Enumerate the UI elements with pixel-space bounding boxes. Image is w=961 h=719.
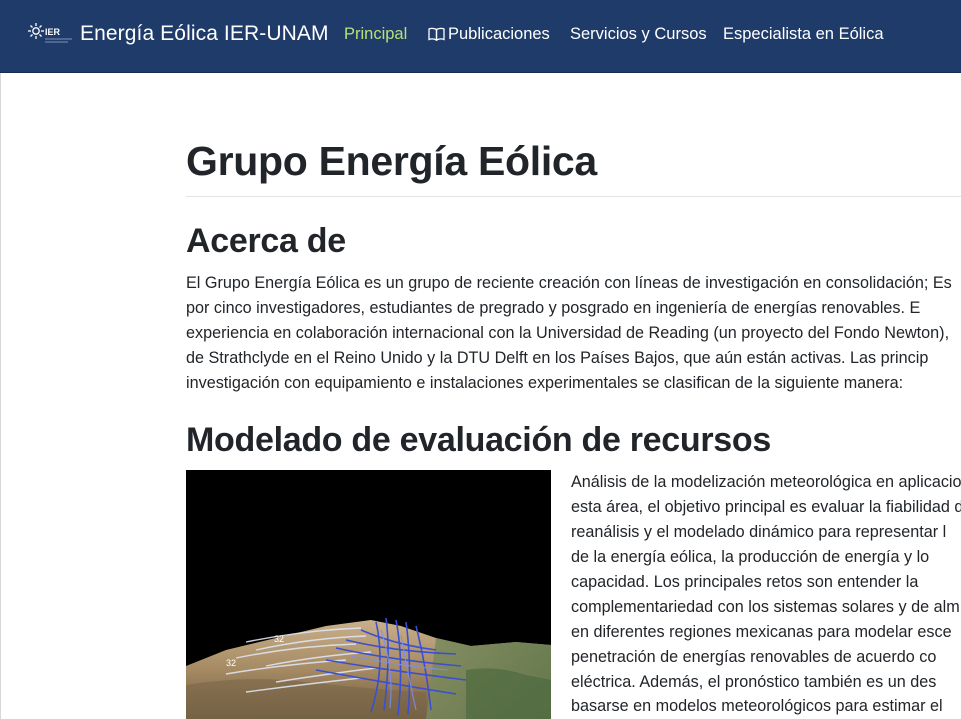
- resources-text-line: capacidad. Los principales retos son ent…: [571, 573, 919, 591]
- about-text-line: experiencia en colaboración internaciona…: [186, 324, 950, 342]
- resources-text-line: eléctrica. Además, el pronóstico también…: [571, 673, 937, 691]
- nav-publicaciones[interactable]: Publicaciones: [428, 25, 550, 44]
- page-title: Grupo Energía Eólica: [186, 138, 597, 184]
- resources-text-line: en diferentes regiones mexicanas para mo…: [571, 623, 952, 641]
- resources-text-line: esta área, el objetivo principal es eval…: [571, 498, 961, 516]
- about-heading: Acerca de: [186, 222, 346, 260]
- resources-text-line: Análisis de la modelización meteorológic…: [571, 473, 961, 491]
- about-text-line: de Strathclyde en el Reino Unido y la DT…: [186, 349, 929, 367]
- page-edge: [0, 73, 1, 719]
- figure-label: 32: [274, 634, 284, 644]
- figure-label: 32: [226, 658, 236, 668]
- title-divider: [186, 196, 961, 197]
- book-icon: [428, 27, 445, 41]
- nav-servicios[interactable]: Servicios y Cursos: [570, 25, 707, 44]
- wind-streamline-figure: 32 32: [186, 470, 551, 719]
- navbar: IER Energía Eólica IER-UNAM Principal Pu…: [0, 0, 961, 73]
- resources-heading: Modelado de evaluación de recursos: [186, 421, 771, 459]
- brand-link[interactable]: Energía Eólica IER-UNAM: [80, 22, 329, 46]
- resources-text-line: de la energía eólica, la producción de e…: [571, 548, 930, 566]
- nav-especialista[interactable]: Especialista en Eólica: [723, 25, 884, 44]
- resources-text-line: reanálisis y el modelado dinámico para r…: [571, 523, 947, 541]
- nav-principal[interactable]: Principal: [344, 25, 407, 44]
- about-text-line: El Grupo Energía Eólica es un grupo de r…: [186, 274, 952, 292]
- svg-text:IER: IER: [45, 27, 61, 37]
- resources-text-line: complementariedad con los sistemas solar…: [571, 598, 960, 616]
- nav-publicaciones-label: Publicaciones: [448, 25, 550, 43]
- ier-logo[interactable]: IER: [28, 20, 74, 48]
- about-text-line: investigación con equipamiento e instala…: [186, 374, 904, 392]
- resources-text-line: basarse en modelos meteorológicos para e…: [571, 697, 943, 715]
- terrain-wind-image: 32 32: [186, 470, 551, 719]
- resources-text-line: penetración de energías renovables de ac…: [571, 648, 937, 666]
- about-text-line: por cinco investigadores, estudiantes de…: [186, 299, 921, 317]
